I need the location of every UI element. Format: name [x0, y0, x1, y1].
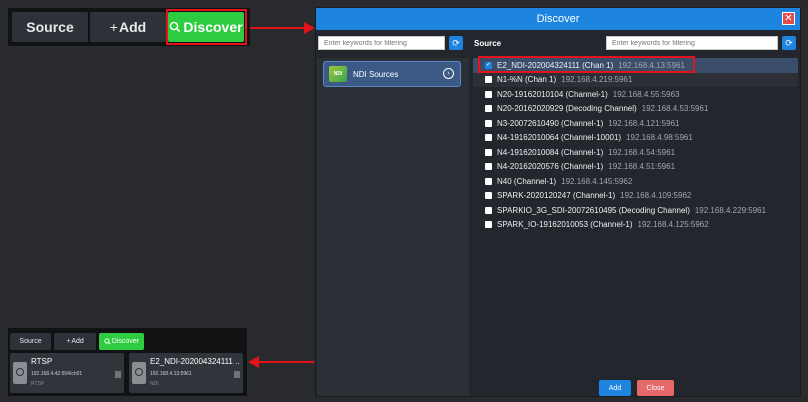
close-icon[interactable]: ✕: [782, 12, 795, 25]
source-name: N1-%N (Chan 1): [497, 75, 557, 85]
source-name: N4-19162010064 (Channel-10001): [497, 133, 622, 143]
checkbox[interactable]: [485, 177, 492, 185]
source-type-filter-input[interactable]: [318, 36, 445, 50]
source-name: SPARKIO_3G_SDI-20072610495 (Decoding Cha…: [497, 205, 690, 215]
discover-button-label: Discover: [111, 338, 140, 345]
file-icon[interactable]: [234, 371, 240, 378]
refresh-icon[interactable]: ⟳: [449, 36, 463, 50]
source-type-ndi[interactable]: NDI NDI Sources ›: [323, 61, 461, 87]
refresh-icon[interactable]: ⟳: [782, 36, 796, 50]
source-row[interactable]: N40 (Channel-1) 192.168.4.145:5962: [473, 174, 798, 189]
source-heading: Source: [474, 39, 502, 48]
source-ip: 192.168.4.109:5962: [620, 191, 692, 201]
checkbox[interactable]: [485, 119, 492, 127]
card-title: E2_NDI-202004324111 ...: [150, 357, 240, 366]
source-row[interactable]: N4-19162010084 (Channel-1) 192.168.4.54:…: [473, 145, 798, 160]
source-button[interactable]: Source: [12, 12, 88, 42]
source-card[interactable]: E2_NDI-202004324111 ... 192.168.4.13:596…: [129, 353, 243, 393]
source-name: N20-19162010104 (Channel-1): [497, 89, 608, 99]
source-row[interactable]: SPARK-2020120247 (Channel-1) 192.168.4.1…: [473, 189, 798, 204]
source-row[interactable]: N4-20162020576 (Channel-1) 192.168.4.51:…: [473, 160, 798, 175]
source-ip: 192.168.4.125:5962: [637, 220, 709, 230]
checkbox[interactable]: [485, 206, 492, 214]
source-ip: 192.168.4.53:5961: [641, 104, 709, 114]
dialog-header: Discover ✕: [316, 8, 800, 30]
source-ip: 192.168.4.219:5961: [561, 75, 633, 85]
checkbox[interactable]: [485, 105, 492, 113]
source-name: N20-20162020929 (Decoding Channel): [497, 104, 637, 114]
plus-icon: +: [109, 19, 118, 35]
source-ip: 192.168.4.51:5961: [608, 162, 676, 172]
source-name: N3-20072610490 (Channel-1): [497, 118, 604, 128]
source-row[interactable]: N1-%N (Chan 1) 192.168.4.219:5961: [473, 72, 798, 87]
card-title: RTSP: [31, 357, 53, 366]
chevron-right-icon: ›: [443, 68, 454, 79]
camera-icon: [132, 362, 146, 384]
checkbox[interactable]: [485, 163, 492, 171]
source-type-label: NDI Sources: [353, 69, 399, 79]
source-button[interactable]: Source: [10, 333, 51, 350]
file-icon[interactable]: [115, 371, 121, 378]
source-ip: 192.168.4.121:5961: [608, 118, 680, 128]
source-panel: Source + Add Discover RTSP 192.168.4.42:…: [8, 328, 247, 396]
checkbox[interactable]: [485, 76, 492, 84]
source-name: N4-20162020576 (Channel-1): [497, 162, 604, 172]
source-ip: 192.168.4.229:5961: [694, 205, 767, 215]
dialog-add-button[interactable]: Add: [599, 380, 631, 396]
source-ip: 192.168.4.55:5963: [612, 89, 680, 99]
source-name: N4-19162010084 (Channel-1): [497, 147, 604, 157]
source-list: ✓ E2_NDI-202004324111 (Chan 1) 192.168.4…: [473, 58, 798, 232]
camera-icon: [13, 362, 27, 384]
source-row[interactable]: N20-20162020929 (Decoding Channel) 192.1…: [473, 102, 798, 117]
selected-source-highlight-box: [478, 56, 695, 73]
search-icon: [104, 338, 111, 345]
checkbox[interactable]: [485, 221, 492, 229]
add-button-label: Add: [71, 338, 84, 345]
add-button[interactable]: + Add: [90, 12, 166, 42]
source-type-list: NDI NDI Sources ›: [317, 58, 469, 396]
source-ip: 192.168.4.145:5962: [561, 176, 633, 186]
source-filter-input[interactable]: [606, 36, 778, 50]
checkbox[interactable]: [485, 90, 492, 98]
source-name: N40 (Channel-1): [497, 176, 557, 186]
source-row[interactable]: SPARK_IO-19162010053 (Channel-1) 192.168…: [473, 218, 798, 233]
checkbox[interactable]: [485, 148, 492, 156]
source-button-label: Source: [19, 338, 42, 345]
card-type: NDI: [150, 381, 159, 387]
plus-icon: +: [66, 338, 71, 345]
source-name: SPARK_IO-19162010053 (Channel-1): [497, 220, 633, 230]
checkbox[interactable]: [485, 134, 492, 142]
card-type: RTSP: [31, 381, 45, 387]
source-row[interactable]: SPARKIO_3G_SDI-20072610495 (Decoding Cha…: [473, 203, 798, 218]
card-address: 192.168.4.13:5961: [150, 371, 192, 377]
source-row[interactable]: N3-20072610490 (Channel-1) 192.168.4.121…: [473, 116, 798, 131]
source-row[interactable]: N20-19162010104 (Channel-1) 192.168.4.55…: [473, 87, 798, 102]
source-row[interactable]: N4-19162010064 (Channel-10001) 192.168.4…: [473, 131, 798, 146]
dialog-title: Discover: [536, 13, 580, 25]
source-name: SPARK-2020120247 (Channel-1): [497, 191, 616, 201]
add-button[interactable]: + Add: [54, 333, 96, 350]
source-card[interactable]: RTSP 192.168.4.42:554/ch01 RTSP: [10, 353, 124, 393]
add-button-label: Add: [118, 19, 147, 35]
dialog-close-button[interactable]: Close: [637, 380, 674, 396]
discover-highlight-box: [166, 9, 247, 45]
card-address: 192.168.4.42:554/ch01: [31, 371, 83, 377]
source-button-label: Source: [26, 19, 74, 35]
checkbox[interactable]: [485, 192, 492, 200]
source-ip: 192.168.4.98:5961: [626, 133, 693, 143]
source-ip: 192.168.4.54:5961: [608, 147, 676, 157]
discover-button[interactable]: Discover: [99, 333, 144, 350]
ndi-logo-icon: NDI: [329, 66, 347, 82]
